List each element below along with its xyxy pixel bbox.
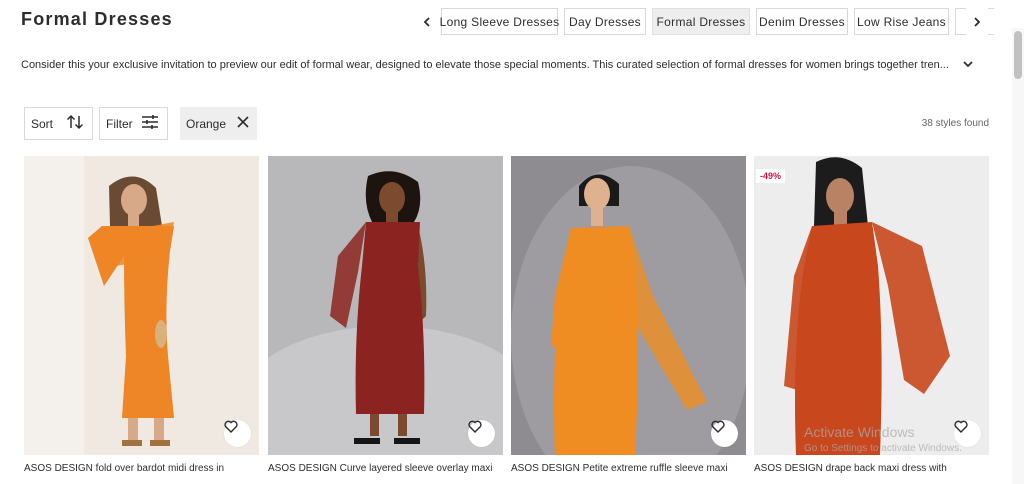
heart-icon[interactable]: [711, 420, 738, 447]
watermark-title: Activate Windows: [804, 424, 915, 440]
product-title[interactable]: ASOS DESIGN Curve layered sleeve overlay…: [268, 463, 503, 474]
category-description: Consider this your exclusive invitation …: [21, 59, 949, 71]
product-card[interactable]: ASOS DESIGN fold over bardot midi dress …: [24, 156, 259, 474]
chip-formal-dresses[interactable]: Formal Dresses: [652, 8, 750, 35]
page-title: Formal Dresses: [21, 9, 173, 29]
active-filter-chip[interactable]: Orange: [180, 107, 257, 140]
sliders-icon: [141, 114, 159, 133]
watermark-subtitle: Go to Settings to activate Windows.: [804, 443, 962, 454]
product-card[interactable]: ASOS DESIGN Petite extreme ruffle sleeve…: [511, 156, 746, 474]
close-icon[interactable]: [237, 116, 249, 131]
category-chip-strip: Long Sleeve Dresses Day Dresses Formal D…: [416, 8, 994, 36]
heart-icon[interactable]: [468, 420, 495, 447]
heart-icon[interactable]: [224, 420, 251, 447]
scrollbar-thumb[interactable]: [1014, 31, 1022, 79]
sort-button[interactable]: Sort: [24, 107, 93, 140]
product-image[interactable]: [268, 156, 503, 455]
product-title[interactable]: ASOS DESIGN Petite extreme ruffle sleeve…: [511, 463, 746, 474]
styles-found-count: 38 styles found: [921, 118, 989, 129]
product-card[interactable]: -49% ASOS DESIGN drape back maxi dress w…: [754, 156, 989, 474]
product-title[interactable]: ASOS DESIGN drape back maxi dress with: [754, 463, 989, 474]
chip-day-dresses[interactable]: Day Dresses: [564, 8, 646, 35]
discount-badge: -49%: [756, 169, 786, 183]
filter-button[interactable]: Filter: [99, 107, 168, 140]
sort-label: Sort: [31, 116, 54, 131]
chevron-right-icon[interactable]: [966, 8, 988, 36]
os-activation-watermark: Activate Windows Go to Settings to activ…: [804, 424, 962, 454]
product-image[interactable]: -49%: [754, 156, 989, 455]
sort-arrows-icon: [66, 114, 84, 133]
chip-long-sleeve-dresses[interactable]: Long Sleeve Dresses: [440, 8, 559, 35]
chevron-down-icon[interactable]: [960, 56, 976, 72]
product-image[interactable]: [511, 156, 746, 455]
active-filter-label: Orange: [186, 116, 227, 131]
product-card[interactable]: ASOS DESIGN Curve layered sleeve overlay…: [268, 156, 503, 474]
chevron-left-icon[interactable]: [416, 8, 438, 36]
product-image[interactable]: [24, 156, 259, 455]
chip-low-rise-jeans[interactable]: Low Rise Jeans: [854, 8, 949, 35]
scrollbar-track[interactable]: [1012, 28, 1024, 484]
chip-denim-dresses[interactable]: Denim Dresses: [756, 8, 848, 35]
product-title[interactable]: ASOS DESIGN fold over bardot midi dress …: [24, 463, 259, 474]
filter-label: Filter: [106, 116, 133, 131]
